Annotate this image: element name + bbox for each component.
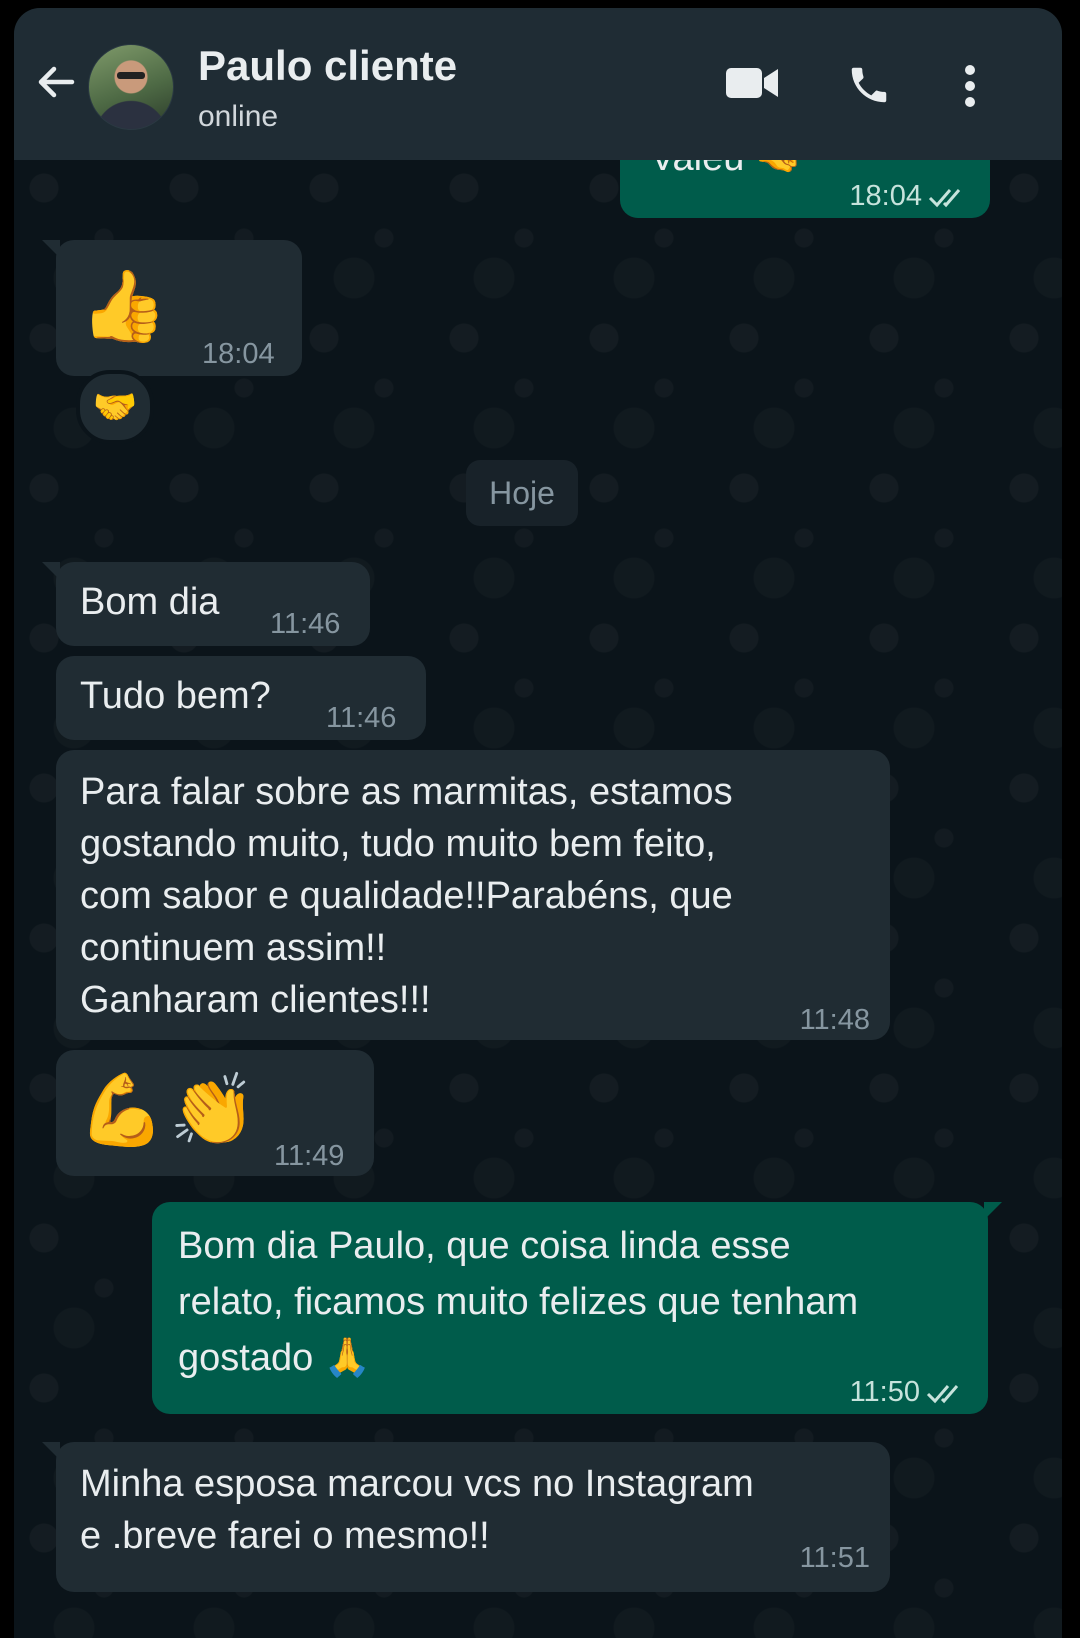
video-call-icon[interactable] bbox=[726, 66, 778, 100]
message-incoming[interactable]: 💪👏 11:49 bbox=[56, 1050, 374, 1176]
message-outgoing[interactable]: Bom dia Paulo, que coisa linda esse rela… bbox=[152, 1202, 1002, 1414]
read-receipt-icon bbox=[926, 1385, 959, 1404]
chat-screen: Paulo cliente online Valeu 🤜 18:04 👍 18:… bbox=[14, 8, 1062, 1638]
message-incoming[interactable]: Para falar sobre as marmitas, estamos go… bbox=[56, 750, 890, 1040]
bubble-tail bbox=[42, 1442, 60, 1460]
emoji-message: 💪👏 bbox=[78, 1071, 261, 1149]
message-incoming[interactable]: Minha esposa marcou vcs no Instagram e .… bbox=[42, 1442, 890, 1592]
more-options-icon[interactable] bbox=[962, 64, 978, 108]
message-text: Para falar sobre as marmitas, estamos go… bbox=[80, 771, 733, 1021]
message-incoming[interactable]: Tudo bem? 11:46 bbox=[56, 656, 426, 740]
bubble-tail bbox=[42, 562, 60, 580]
message-time: 18:04 bbox=[849, 170, 968, 222]
message-text: Minha esposa marcou vcs no Instagram e .… bbox=[80, 1463, 754, 1557]
reaction-badge[interactable]: 🤝 bbox=[76, 370, 154, 444]
message-time: 11:51 bbox=[799, 1542, 870, 1574]
phone-call-icon[interactable] bbox=[846, 62, 892, 108]
message-time: 11:48 bbox=[799, 1004, 870, 1036]
bubble-tail bbox=[42, 240, 60, 258]
date-divider: Hoje bbox=[466, 460, 578, 526]
read-receipt-icon bbox=[928, 189, 961, 208]
thumbs-up-emoji: 👍 bbox=[80, 267, 168, 345]
message-time: 11:46 bbox=[270, 608, 341, 640]
bubble-tail bbox=[984, 1202, 1002, 1220]
contact-status: online bbox=[198, 100, 279, 133]
chat-header: Paulo cliente online bbox=[14, 8, 1062, 160]
message-time-label: 11:50 bbox=[849, 1376, 920, 1408]
message-time: 18:04 bbox=[202, 338, 275, 370]
message-time-label: 18:04 bbox=[849, 180, 922, 212]
message-text: Bom dia bbox=[80, 581, 220, 623]
back-arrow-icon[interactable] bbox=[34, 60, 78, 104]
avatar[interactable] bbox=[88, 44, 174, 130]
message-text: Tudo bem? bbox=[80, 675, 271, 717]
message-time: 11:50 bbox=[850, 1366, 966, 1418]
message-incoming[interactable]: 👍 18:04 bbox=[42, 240, 302, 376]
avatar-glasses bbox=[117, 72, 145, 79]
message-text: Bom dia Paulo, que coisa linda esse rela… bbox=[178, 1225, 859, 1379]
message-incoming[interactable]: Bom dia 11:46 bbox=[42, 562, 370, 646]
message-time: 11:49 bbox=[274, 1140, 345, 1172]
message-time: 11:46 bbox=[326, 702, 397, 734]
contact-name[interactable]: Paulo cliente bbox=[198, 42, 457, 90]
